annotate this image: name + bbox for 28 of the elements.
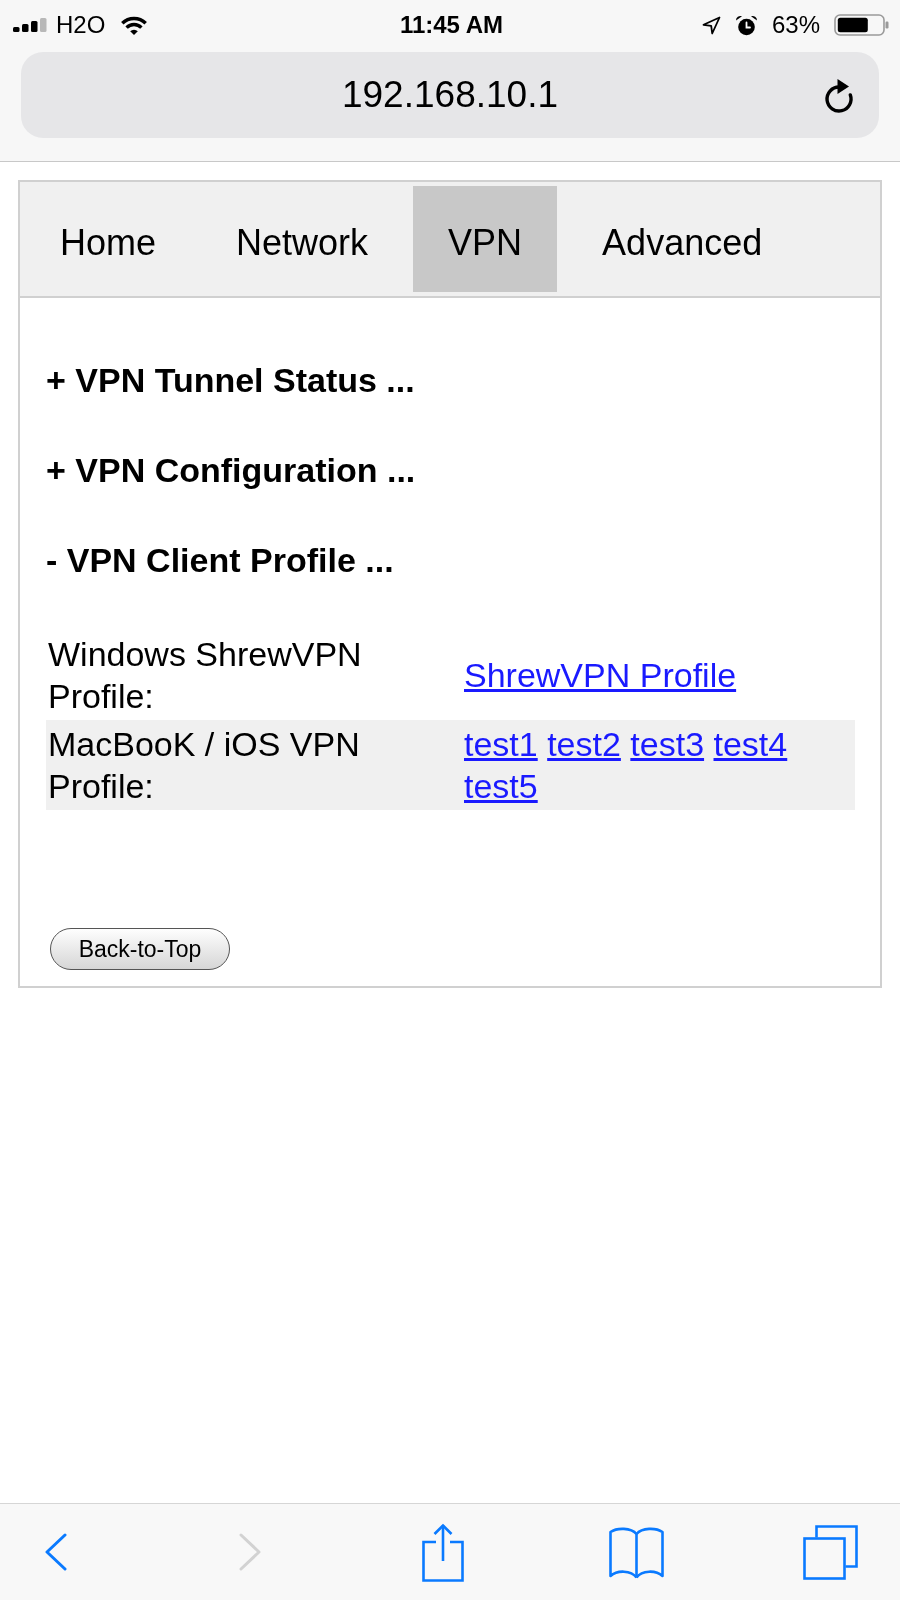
profile-link[interactable]: test5 (464, 767, 538, 805)
nav-tab[interactable]: Network (201, 186, 404, 292)
section-heading[interactable]: + VPN Configuration ... (46, 425, 416, 515)
section-heading[interactable]: + VPN Tunnel Status ... (46, 335, 415, 425)
book-icon[interactable] (609, 1525, 664, 1579)
battery-percentage: 63% (771, 11, 820, 39)
table-cell-text: MacBooK / iOS VPN Profile: (47, 724, 361, 807)
chevron-left-icon[interactable] (45, 1533, 67, 1571)
nav-tab[interactable]: VPN (413, 186, 558, 292)
profile-link[interactable]: test4 (713, 725, 788, 763)
profile-link[interactable]: test1 (464, 725, 538, 763)
share-icon[interactable] (422, 1522, 464, 1582)
back-to-top-button[interactable]: Back-to-Top (50, 928, 230, 970)
alarm-clock-icon (734, 14, 758, 36)
clock-time: 11:45 AM (399, 11, 504, 39)
carrier-name: H2O (56, 11, 106, 39)
overlapping-squares-icon[interactable] (802, 1524, 858, 1580)
section-heading[interactable]: - VPN Client Profile ... (46, 515, 394, 605)
table-cell-text: Windows ShrewVPN Profile: (47, 634, 363, 717)
location-arrow-icon (701, 15, 721, 35)
profile-link[interactable]: test2 (547, 725, 621, 763)
address-field[interactable]: 192.168.10.1 (21, 52, 879, 138)
signal-bars-icon (13, 18, 48, 32)
nav-tab[interactable]: Advanced (567, 186, 798, 292)
profile-link[interactable]: test3 (630, 725, 705, 763)
battery-icon (834, 14, 890, 36)
profile-link[interactable]: ShrewVPN Profile (464, 656, 737, 694)
nav-tab[interactable]: Home (25, 186, 192, 292)
